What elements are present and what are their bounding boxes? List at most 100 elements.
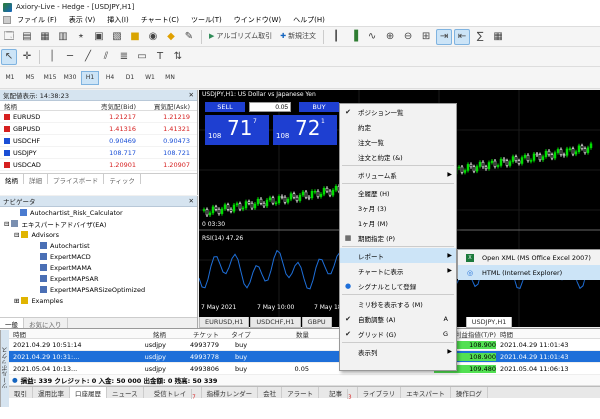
nav-tab-general[interactable]: 一般 (0, 318, 24, 329)
toolbox-side-tab[interactable]: ツールボックス (0, 330, 9, 407)
tree-item[interactable]: ExpertMAMA (0, 262, 197, 273)
templates-icon[interactable]: ▦ (490, 29, 506, 45)
tree-item[interactable]: ⊟ Advisors (0, 229, 197, 240)
context-menu-item[interactable]: ▦ 期間指定 (P) (340, 230, 456, 245)
tree-item[interactable]: Autochartist_Risk_Calculator (0, 207, 197, 218)
toolbox-tab-company[interactable]: 会社 (258, 387, 283, 398)
tree-item[interactable]: Autochartist (0, 240, 197, 251)
menu-chart[interactable]: チャート(C) (135, 15, 185, 25)
tf-m1[interactable]: M1 (1, 71, 19, 85)
tf-h4[interactable]: H4 (101, 71, 119, 85)
menu-window[interactable]: ウインドウ(W) (228, 15, 287, 25)
lot-input[interactable] (249, 102, 291, 112)
new-chart-icon[interactable]: 🗔 (1, 29, 17, 45)
line-chart-icon[interactable]: ∿ (364, 29, 380, 45)
close-icon[interactable]: ✕ (189, 197, 194, 205)
menu-view[interactable]: 表示 (V) (63, 15, 101, 25)
toolbox-tab-experts[interactable]: エキスパート (401, 387, 451, 398)
context-menu-item[interactable]: ミリ秒を表示する (M) (340, 296, 456, 311)
zoom-out-icon[interactable]: ⊖ (400, 29, 416, 45)
market-icon[interactable]: ◆ (163, 29, 179, 45)
tf-m30[interactable]: M30 (61, 71, 79, 85)
menu-file[interactable]: ファイル (F) (11, 15, 63, 25)
new-order-button[interactable]: ✚ 新規注文 (277, 29, 319, 45)
menu-item-open-xml[interactable]: X Open XML (MS Office Excel 2007) (458, 250, 600, 265)
cursor-icon[interactable]: ↖ (1, 48, 17, 65)
context-menu-item[interactable]: 注文と約定 (&) (340, 149, 456, 164)
zoom-in-icon[interactable]: ⊕ (382, 29, 398, 45)
tree-item[interactable]: ExpertMAPSARSizeOptimized (0, 284, 197, 295)
mw-tab-ticks[interactable]: ティック (104, 174, 141, 185)
tree-item[interactable]: ExpertMAPSAR (0, 273, 197, 284)
tf-mn[interactable]: MN (161, 71, 179, 85)
menu-tools[interactable]: ツール(T) (185, 15, 228, 25)
history-row[interactable]: 2021.04.29 10:31:... usdjpy 4993778 buy 108.… (9, 351, 600, 363)
channel-icon[interactable]: ⫽ (98, 49, 114, 65)
autoscroll-icon[interactable]: ⇥ (436, 28, 453, 45)
toolbox-tab-alerts[interactable]: アラート (282, 387, 320, 398)
context-menu-item[interactable]: 約定 (340, 119, 456, 134)
toolbox-tab-calendar[interactable]: 指標カレンダー (202, 387, 259, 398)
candle-chart-icon[interactable]: ▐ (346, 29, 362, 45)
data-window-icon[interactable]: ▥ (55, 29, 71, 45)
market-watch-row[interactable]: EURUSD 1.21217 1.21219 (0, 111, 197, 123)
tree-item[interactable]: ⊟ エキスパートアドバイザ(EA) (0, 218, 197, 229)
menu-insert[interactable]: 挿入(I) (101, 15, 135, 25)
folder-icon[interactable]: ■ (127, 29, 143, 45)
signals-icon[interactable]: ◉ (145, 29, 161, 45)
terminal-icon[interactable]: ▣ (91, 29, 107, 45)
context-menu-item[interactable]: ● シグナルとして登録 (340, 278, 456, 293)
chart-tab[interactable]: USDCHF,H1 (250, 317, 301, 328)
chart-shift-icon[interactable]: ⇤ (454, 28, 471, 45)
tree-item[interactable]: ⊞ Examples (0, 295, 197, 306)
toolbox-tab-exposure[interactable]: 運用比率 (33, 387, 70, 398)
fibonacci-icon[interactable]: ≣ (116, 49, 132, 65)
toolbox-tab-library[interactable]: ライブラリ (358, 387, 402, 398)
tile-icon[interactable]: ⊞ (418, 29, 434, 45)
bar-chart-icon[interactable]: ┃ (328, 29, 344, 45)
crosshair-icon[interactable]: ✛ (19, 49, 35, 65)
toolbox-tab-history[interactable]: 口座履歴 (70, 387, 107, 398)
close-icon[interactable]: ✕ (189, 91, 194, 99)
buy-price-box[interactable]: 108 72 1 (273, 115, 337, 145)
market-watch-row[interactable]: USDCHF 0.90469 0.90473 (0, 135, 197, 147)
toolbox-tab-trade[interactable]: 取引 (9, 387, 33, 398)
chart-tab[interactable]: EURUSD,H1 (199, 317, 250, 328)
chart-tab[interactable]: USDJPY,H1 (465, 317, 513, 328)
navigator-icon[interactable]: ⭒ (73, 29, 89, 45)
mdi-app-icon[interactable] (3, 16, 11, 24)
profiles-icon[interactable]: ▤ (19, 29, 35, 45)
context-menu-item[interactable]: レポート ▶ (340, 248, 456, 263)
indicators-icon[interactable]: ∑ (472, 29, 488, 45)
context-menu-item[interactable]: ✔ グリッド (G) G (340, 326, 456, 341)
context-menu-item[interactable]: 注文一覧 (340, 134, 456, 149)
tf-w1[interactable]: W1 (141, 71, 159, 85)
tf-m15[interactable]: M15 (41, 71, 59, 85)
context-menu-item[interactable]: ✔ ポジション一覧 (340, 104, 456, 119)
history-row[interactable]: 2021.05.04 10:13... usdjpy 4993806 buy 0.05 1… (9, 363, 600, 375)
chart-tab[interactable]: GBPU (301, 317, 332, 328)
sell-price-box[interactable]: 108 71 7 (205, 115, 269, 145)
history-row[interactable]: 2021.04.29 10:51:14 usdjpy 4993779 buy 108.9… (9, 339, 600, 351)
tf-d1[interactable]: D1 (121, 71, 139, 85)
market-watch-icon[interactable]: ▦ (37, 29, 53, 45)
context-menu-item[interactable]: 3ヶ月 (3) (340, 200, 456, 215)
text-icon[interactable]: T (152, 49, 168, 65)
tf-m5[interactable]: M5 (21, 71, 39, 85)
mw-tab-details[interactable]: 詳細 (24, 174, 48, 185)
arrows-icon[interactable]: ⇅ (170, 49, 186, 65)
editor-icon[interactable]: ✎ (181, 29, 197, 45)
context-menu-item[interactable]: 表示列 ▶ (340, 344, 456, 359)
horizontal-line-icon[interactable]: ─ (62, 49, 78, 65)
vertical-line-icon[interactable]: │ (44, 49, 60, 65)
tree-item[interactable]: ExpertMACD (0, 251, 197, 262)
nav-tab-favorites[interactable]: お気に入り (24, 318, 68, 329)
context-menu-item[interactable]: ボリューム系 ▶ (340, 167, 456, 182)
menu-help[interactable]: ヘルプ(H) (287, 15, 331, 25)
toolbox-tab-mailbox[interactable]: 受信トレイ 7 (144, 387, 202, 400)
toolbox-tab-journal[interactable]: 操作ログ (451, 387, 488, 398)
context-menu-item[interactable]: 1ヶ月 (M) (340, 215, 456, 230)
tester-icon[interactable]: ▧ (109, 29, 125, 45)
trendline-icon[interactable]: ╱ (80, 49, 96, 65)
context-menu-item[interactable]: ✔ 自動調整 (A) A (340, 311, 456, 326)
